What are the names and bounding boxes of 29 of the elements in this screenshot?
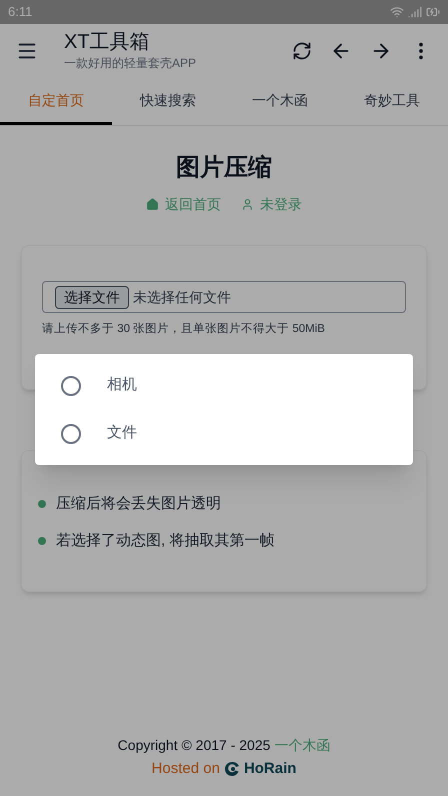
status-time: 6:11 xyxy=(8,3,32,22)
signal-icon xyxy=(408,5,422,19)
app-subtitle: 一款好用的轻量套壳APP xyxy=(64,55,196,72)
dialog-option[interactable]: 文件 xyxy=(35,410,413,458)
refresh-icon[interactable] xyxy=(292,41,312,61)
battery-icon xyxy=(426,5,440,19)
app-title: XT工具箱 xyxy=(64,30,151,54)
copyright-text: Copyright © 2017 - 2025 一个木函 xyxy=(118,736,330,755)
tab[interactable]: 快速搜索 xyxy=(112,78,224,125)
tab[interactable]: 奇妙工具 xyxy=(336,78,448,125)
dialog-option[interactable]: 相机 xyxy=(35,362,413,410)
choose-file-button[interactable]: 选择文件 xyxy=(55,286,129,308)
radio-button[interactable] xyxy=(61,424,81,444)
home-icon xyxy=(146,198,159,211)
tab[interactable]: 一个木函 xyxy=(224,78,336,125)
note-text: 若选择了动态图, 将抽取其第一帧 xyxy=(56,530,274,550)
upload-hint: 请上传不多于 30 张图片，且单张图片不得大于 50MiB xyxy=(42,322,326,337)
hosted-text: Hosted on xyxy=(152,758,220,778)
file-input[interactable]: 选择文件 未选择任何文件 xyxy=(42,281,406,313)
option-label: 相机 xyxy=(107,375,137,396)
user-icon xyxy=(241,198,254,211)
radio-button[interactable] xyxy=(61,376,81,396)
page-title: 图片压缩 xyxy=(176,153,272,183)
note-text: 压缩后将会丢失图片透明 xyxy=(56,494,221,514)
host-name: HoRain xyxy=(244,758,296,778)
option-label: 文件 xyxy=(107,423,137,444)
file-status: 未选择任何文件 xyxy=(133,288,231,306)
wifi-icon xyxy=(390,5,404,19)
host-logo-icon xyxy=(224,760,240,777)
